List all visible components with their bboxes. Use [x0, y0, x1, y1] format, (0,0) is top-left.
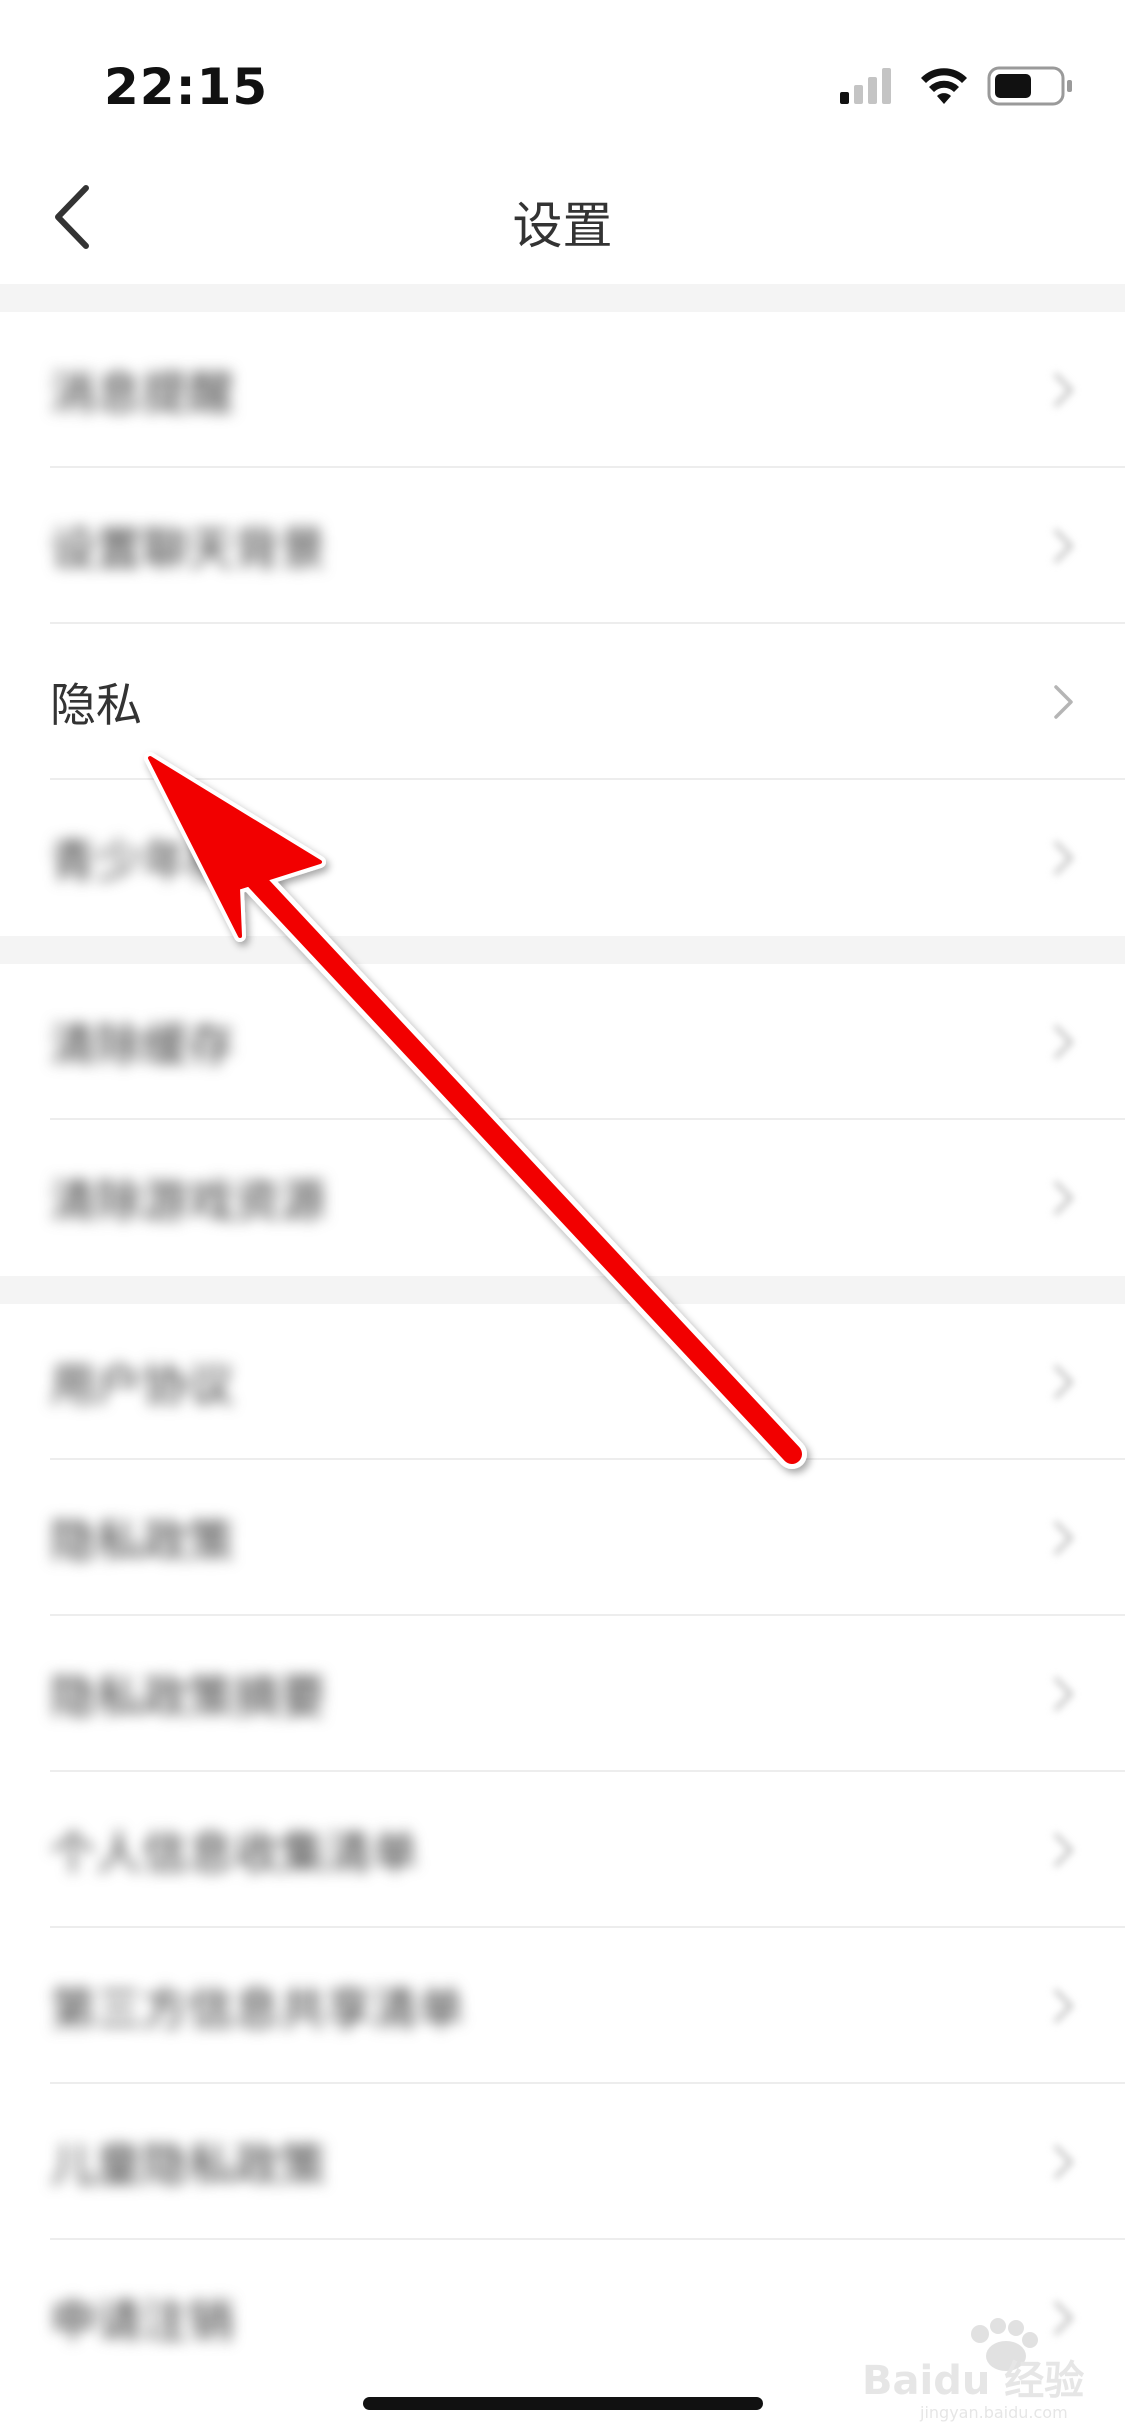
- chevron-right-icon: [1054, 1989, 1073, 2023]
- chevron-right-icon: [1054, 1025, 1073, 1059]
- home-indicator[interactable]: [363, 2397, 763, 2410]
- status-icons: [838, 62, 1074, 112]
- settings-item-children-privacy-policy[interactable]: 儿童隐私政策: [0, 2084, 1125, 2240]
- settings-item-label: 清除缓存: [50, 1018, 234, 1072]
- settings-item-label: 消息提醒: [50, 366, 234, 420]
- settings-item-privacy-policy-summary[interactable]: 隐私政策摘要: [0, 1616, 1125, 1772]
- settings-item-label: 儿童隐私政策: [50, 2138, 326, 2192]
- chevron-right-icon: [1054, 2145, 1073, 2179]
- settings-item-clear-game-resources[interactable]: 清除游戏资源: [0, 1120, 1125, 1276]
- baidu-watermark: Baidu 经验 jingyan.baidu.com: [860, 2312, 1100, 2422]
- wifi-icon: [921, 68, 967, 104]
- status-time: 22:15: [104, 58, 269, 116]
- battery-icon: [987, 66, 1072, 106]
- settings-item-label: 隐私: [50, 678, 142, 732]
- chevron-right-icon: [1054, 1365, 1073, 1399]
- section-gap: [0, 936, 1125, 964]
- settings-item-privacy-policy[interactable]: 隐私政策: [0, 1460, 1125, 1616]
- settings-item-message-reminder[interactable]: 消息提醒: [0, 312, 1125, 468]
- status-bar: 22:15: [0, 0, 1125, 150]
- chevron-right-icon: [1054, 529, 1073, 563]
- settings-item-user-agreement[interactable]: 用户协议: [0, 1304, 1125, 1460]
- chevron-right-icon: [1054, 1677, 1073, 1711]
- chevron-right-icon: [1054, 1181, 1073, 1215]
- settings-item-label: 申请注销: [50, 2294, 234, 2348]
- settings-item-label: 青少年模式: [50, 834, 280, 888]
- signal-icon: [840, 68, 891, 104]
- page-title: 设置: [512, 197, 613, 255]
- chevron-right-icon: [1054, 1521, 1073, 1555]
- settings-item-label: 隐私政策: [50, 1514, 234, 1568]
- chevron-right-icon: [1054, 1833, 1073, 1867]
- settings-item-privacy[interactable]: 隐私: [0, 624, 1125, 780]
- settings-item-label: 第三方信息共享清单: [50, 1982, 464, 2036]
- settings-item-label: 清除游戏资源: [50, 1174, 326, 1228]
- settings-item-label: 用户协议: [50, 1358, 234, 1412]
- settings-item-label: 个人信息收集清单: [50, 1826, 418, 1880]
- chevron-right-icon: [1054, 373, 1073, 407]
- settings-item-label: 隐私政策摘要: [50, 1670, 326, 1724]
- settings-item-label: 设置聊天背景: [50, 522, 326, 576]
- chevron-right-icon: [1054, 841, 1073, 875]
- settings-item-clear-cache[interactable]: 清除缓存: [0, 964, 1125, 1120]
- settings-item-third-party-sharing-list[interactable]: 第三方信息共享清单: [0, 1928, 1125, 2084]
- nav-bar: 设置: [0, 150, 1125, 284]
- settings-item-personal-info-list[interactable]: 个人信息收集清单: [0, 1772, 1125, 1928]
- section-gap: [0, 284, 1125, 312]
- settings-item-teen-mode[interactable]: 青少年模式: [0, 780, 1125, 936]
- section-gap: [0, 1276, 1125, 1304]
- settings-item-chat-background[interactable]: 设置聊天背景: [0, 468, 1125, 624]
- watermark-subtext: jingyan.baidu.com: [919, 2403, 1068, 2422]
- watermark-text: Baidu 经验: [862, 2358, 1084, 2404]
- chevron-right-icon: [1054, 685, 1073, 719]
